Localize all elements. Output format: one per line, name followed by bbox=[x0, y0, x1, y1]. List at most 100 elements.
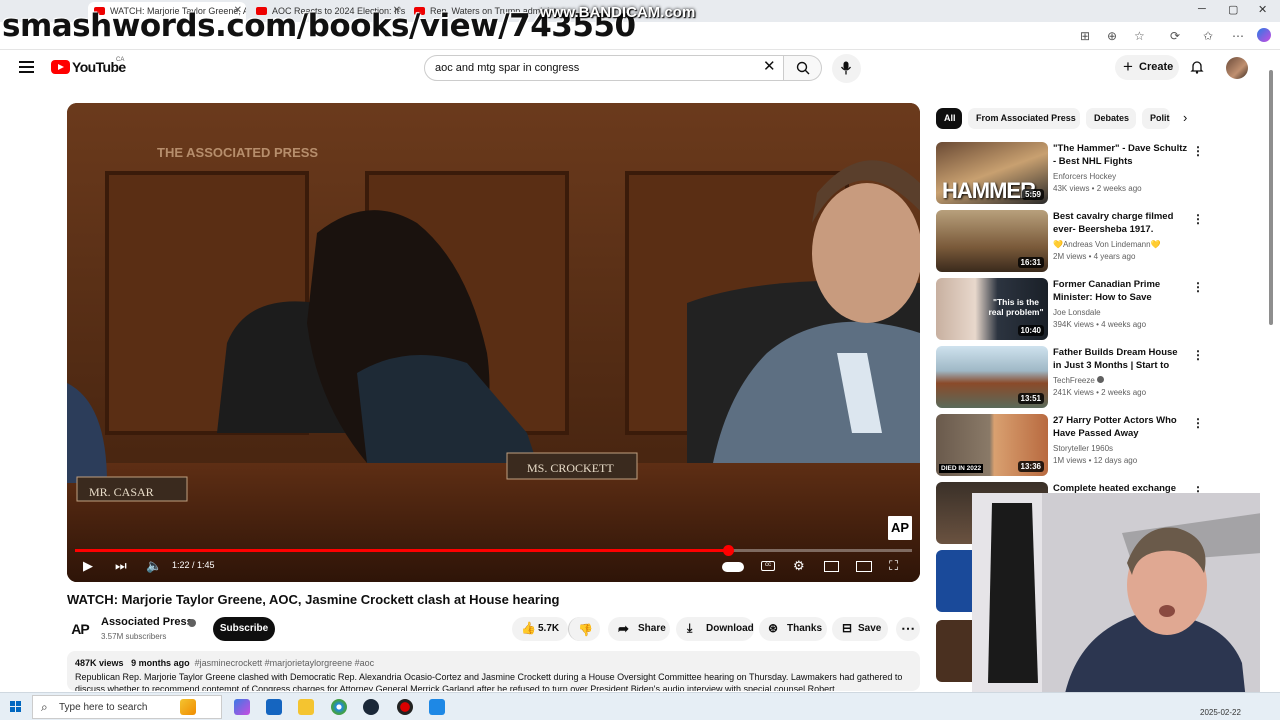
progress-bar[interactable] bbox=[75, 545, 912, 556]
chevron-right-icon[interactable]: › bbox=[1183, 110, 1187, 125]
download-icon: ⤓ bbox=[687, 621, 693, 635]
dislike-button[interactable]: 👎 bbox=[568, 617, 600, 641]
recommendation-title[interactable]: Father Builds Dream House in Just 3 Mont… bbox=[1053, 346, 1188, 372]
chip-politics[interactable]: Politics bbox=[1142, 108, 1170, 129]
recommendation-item[interactable]: HAMMER 5:59 "The Hammer" - Dave Schultz … bbox=[936, 142, 1206, 204]
search-input[interactable]: aoc and mtg spar in congress bbox=[435, 62, 579, 74]
search-button[interactable] bbox=[784, 55, 822, 81]
app-taskbar-icon[interactable] bbox=[429, 699, 445, 715]
kebab-menu-icon[interactable]: ⋮ bbox=[1192, 144, 1204, 158]
bandicam-record-icon[interactable] bbox=[397, 699, 413, 715]
description-box[interactable]: 487K views 9 months ago #jasminecrockett… bbox=[67, 651, 920, 691]
video-thumbnail[interactable]: 13:51 bbox=[936, 346, 1048, 408]
miniplayer-icon[interactable] bbox=[824, 561, 839, 572]
more-actions-icon[interactable]: ⋯ bbox=[896, 617, 920, 641]
country-code: CA bbox=[116, 57, 125, 63]
windows-start-icon[interactable] bbox=[10, 701, 22, 713]
share-button[interactable]: ➦ Share bbox=[608, 617, 670, 641]
youtube-logo-icon[interactable] bbox=[51, 60, 70, 74]
video-thumbnail[interactable] bbox=[936, 620, 972, 682]
autoplay-toggle[interactable] bbox=[722, 562, 744, 572]
video-thumbnail[interactable]: "This is the real problem" 10:40 bbox=[936, 278, 1048, 340]
minimize-window-icon[interactable]: ─ bbox=[1198, 3, 1206, 15]
recommendation-item[interactable]: DIED IN 2022 13:36 27 Harry Potter Actor… bbox=[936, 414, 1206, 476]
subscribe-button[interactable]: Subscribe bbox=[213, 617, 275, 641]
copilot-taskbar-icon[interactable] bbox=[234, 699, 250, 715]
favorites-icon[interactable]: ✩ bbox=[1203, 29, 1213, 43]
kebab-menu-icon[interactable]: ⋮ bbox=[1192, 212, 1204, 226]
video-thumbnail[interactable]: 16:31 bbox=[936, 210, 1048, 272]
windows-taskbar: ⌕ Type here to search 2025-02-22 bbox=[0, 692, 1280, 720]
thanks-button[interactable]: ⊛ Thanks bbox=[759, 617, 827, 641]
recommendation-item[interactable]: 16:31 Best cavalry charge filmed ever- B… bbox=[936, 210, 1206, 272]
steam-icon[interactable] bbox=[363, 699, 379, 715]
microsoft-store-icon[interactable] bbox=[266, 699, 282, 715]
create-button[interactable]: + Create bbox=[1115, 55, 1179, 80]
hashtags[interactable]: #jasminecrockett #marjorietaylorgreene #… bbox=[195, 658, 375, 668]
recommendation-channel[interactable]: Storyteller 1960s bbox=[1053, 444, 1113, 453]
browser-taskbar-icon[interactable] bbox=[331, 699, 347, 715]
recommendation-item[interactable]: 13:51 Father Builds Dream House in Just … bbox=[936, 346, 1206, 408]
play-icon[interactable]: ▶ bbox=[83, 558, 93, 574]
close-window-icon[interactable]: ✕ bbox=[1258, 3, 1267, 16]
clear-search-icon[interactable]: ✕ bbox=[763, 57, 776, 75]
voice-search-button[interactable] bbox=[832, 54, 861, 83]
recommendation-channel[interactable]: 💛Andreas Von Lindemann💛 bbox=[1053, 240, 1161, 249]
widgets-icon[interactable] bbox=[180, 699, 196, 715]
recommendation-channel[interactable]: Joe Lonsdale bbox=[1053, 308, 1101, 317]
video-thumbnail[interactable]: DIED IN 2022 13:36 bbox=[936, 414, 1048, 476]
duration-badge: 13:36 bbox=[1017, 461, 1044, 472]
channel-avatar[interactable]: AP bbox=[67, 617, 93, 643]
chip-debates[interactable]: Debates bbox=[1086, 108, 1136, 129]
recommendation-channel[interactable]: TechFreeze bbox=[1053, 376, 1105, 385]
chip-from-associated-press[interactable]: From Associated Press bbox=[968, 108, 1080, 129]
download-button[interactable]: ⤓ Download bbox=[676, 617, 754, 641]
maximize-window-icon[interactable]: ▢ bbox=[1228, 3, 1238, 16]
view-count: 487K views bbox=[75, 658, 124, 668]
save-button[interactable]: ⊟ Save bbox=[832, 617, 888, 641]
channel-name[interactable]: Associated Press bbox=[101, 616, 193, 628]
chip-all[interactable]: All bbox=[936, 108, 962, 129]
recommendation-title[interactable]: 27 Harry Potter Actors Who Have Passed A… bbox=[1053, 414, 1188, 440]
verified-check-icon bbox=[1097, 376, 1105, 383]
scrollbar-thumb[interactable] bbox=[1269, 70, 1273, 325]
next-icon[interactable]: ⏭ bbox=[115, 558, 127, 574]
notifications-bell-icon[interactable] bbox=[1190, 60, 1204, 74]
subscriber-count: 3.57M subscribers bbox=[101, 632, 167, 641]
thumbs-up-icon: 👍 bbox=[521, 621, 536, 635]
more-options-icon[interactable]: ⋯ bbox=[1232, 29, 1244, 43]
app-available-icon[interactable]: ⊞ bbox=[1080, 29, 1090, 43]
recommendation-item[interactable]: "This is the real problem" 10:40 Former … bbox=[936, 278, 1206, 340]
kebab-menu-icon[interactable]: ⋮ bbox=[1192, 348, 1204, 362]
recommendation-title[interactable]: "The Hammer" - Dave Schultz - Best NHL F… bbox=[1053, 142, 1188, 168]
page-scrollbar[interactable] bbox=[1267, 60, 1275, 690]
fullscreen-icon[interactable]: ⛶ bbox=[889, 558, 898, 574]
video-thumbnail[interactable] bbox=[936, 550, 972, 612]
captions-icon[interactable]: cc bbox=[761, 561, 775, 571]
description-text: Republican Rep. Marjorie Taylor Greene c… bbox=[75, 672, 903, 691]
recommendation-title[interactable]: Best cavalry charge filmed ever- Beershe… bbox=[1053, 210, 1188, 236]
theater-mode-icon[interactable] bbox=[856, 561, 872, 572]
duration-badge: 13:51 bbox=[1017, 393, 1044, 404]
hamburger-menu-icon[interactable] bbox=[19, 61, 34, 73]
recommendation-title[interactable]: Former Canadian Prime Minister: How to S… bbox=[1053, 278, 1188, 304]
settings-gear-icon[interactable]: ⚙ bbox=[793, 558, 805, 574]
volume-icon[interactable]: 🔈 bbox=[146, 558, 162, 574]
recommendation-channel[interactable]: Enforcers Hockey bbox=[1053, 172, 1116, 181]
like-button[interactable]: 👍 5.7K bbox=[512, 617, 568, 641]
recommendation-meta: 394K views • 4 weeks ago bbox=[1053, 320, 1147, 329]
extensions-puzzle-icon[interactable]: ⟳ bbox=[1170, 29, 1180, 43]
extension-icon[interactable]: ⊕ bbox=[1107, 29, 1117, 43]
webcam-overlay bbox=[972, 493, 1260, 710]
kebab-menu-icon[interactable]: ⋮ bbox=[1192, 280, 1204, 294]
kebab-menu-icon[interactable]: ⋮ bbox=[1192, 416, 1204, 430]
copilot-icon[interactable] bbox=[1257, 28, 1271, 42]
video-thumbnail[interactable]: HAMMER 5:59 bbox=[936, 142, 1048, 204]
thumbs-down-icon: 👎 bbox=[578, 623, 593, 637]
favorite-star-icon[interactable]: ☆ bbox=[1134, 29, 1145, 43]
progress-scrubber[interactable] bbox=[722, 545, 734, 556]
account-avatar[interactable] bbox=[1226, 57, 1248, 79]
video-player[interactable]: MR. CASAR MS. CROCKETT THE ASSOCIATED PR… bbox=[67, 103, 920, 582]
file-explorer-icon[interactable] bbox=[298, 699, 314, 715]
search-box[interactable]: aoc and mtg spar in congress bbox=[424, 55, 784, 81]
